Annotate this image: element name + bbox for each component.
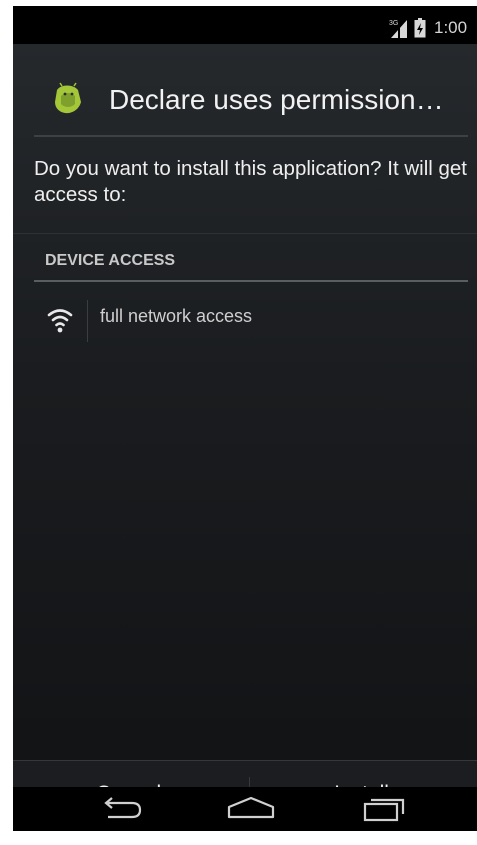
recent-apps-icon[interactable] (355, 793, 415, 825)
section-header-device-access: DEVICE ACCESS (45, 252, 176, 269)
title-divider (34, 135, 468, 137)
install-question: Do you want to install this application?… (34, 157, 468, 206)
signal-3g-icon: 3G (389, 20, 407, 38)
section-divider (13, 233, 477, 234)
permission-label: full network access (100, 306, 253, 326)
permission-item[interactable]: full network access (34, 296, 468, 346)
phone-screen: 3G 1:00 Declare uses permission… Do you … (13, 6, 477, 831)
status-time: 1:00 (434, 18, 468, 37)
android-app-icon (55, 82, 81, 114)
install-permission-dialog: Declare uses permission… Do you want to … (13, 44, 477, 826)
permission-separator (87, 300, 88, 342)
navigation-bar (13, 787, 477, 831)
svg-text:3G: 3G (389, 20, 398, 27)
back-icon[interactable] (88, 793, 148, 825)
home-icon[interactable] (221, 793, 281, 825)
section-underline (34, 280, 468, 282)
wifi-icon (47, 309, 73, 333)
status-bar: 3G 1:00 (13, 6, 477, 44)
dialog-title: Declare uses permission… (109, 84, 444, 115)
battery-icon (414, 18, 426, 38)
